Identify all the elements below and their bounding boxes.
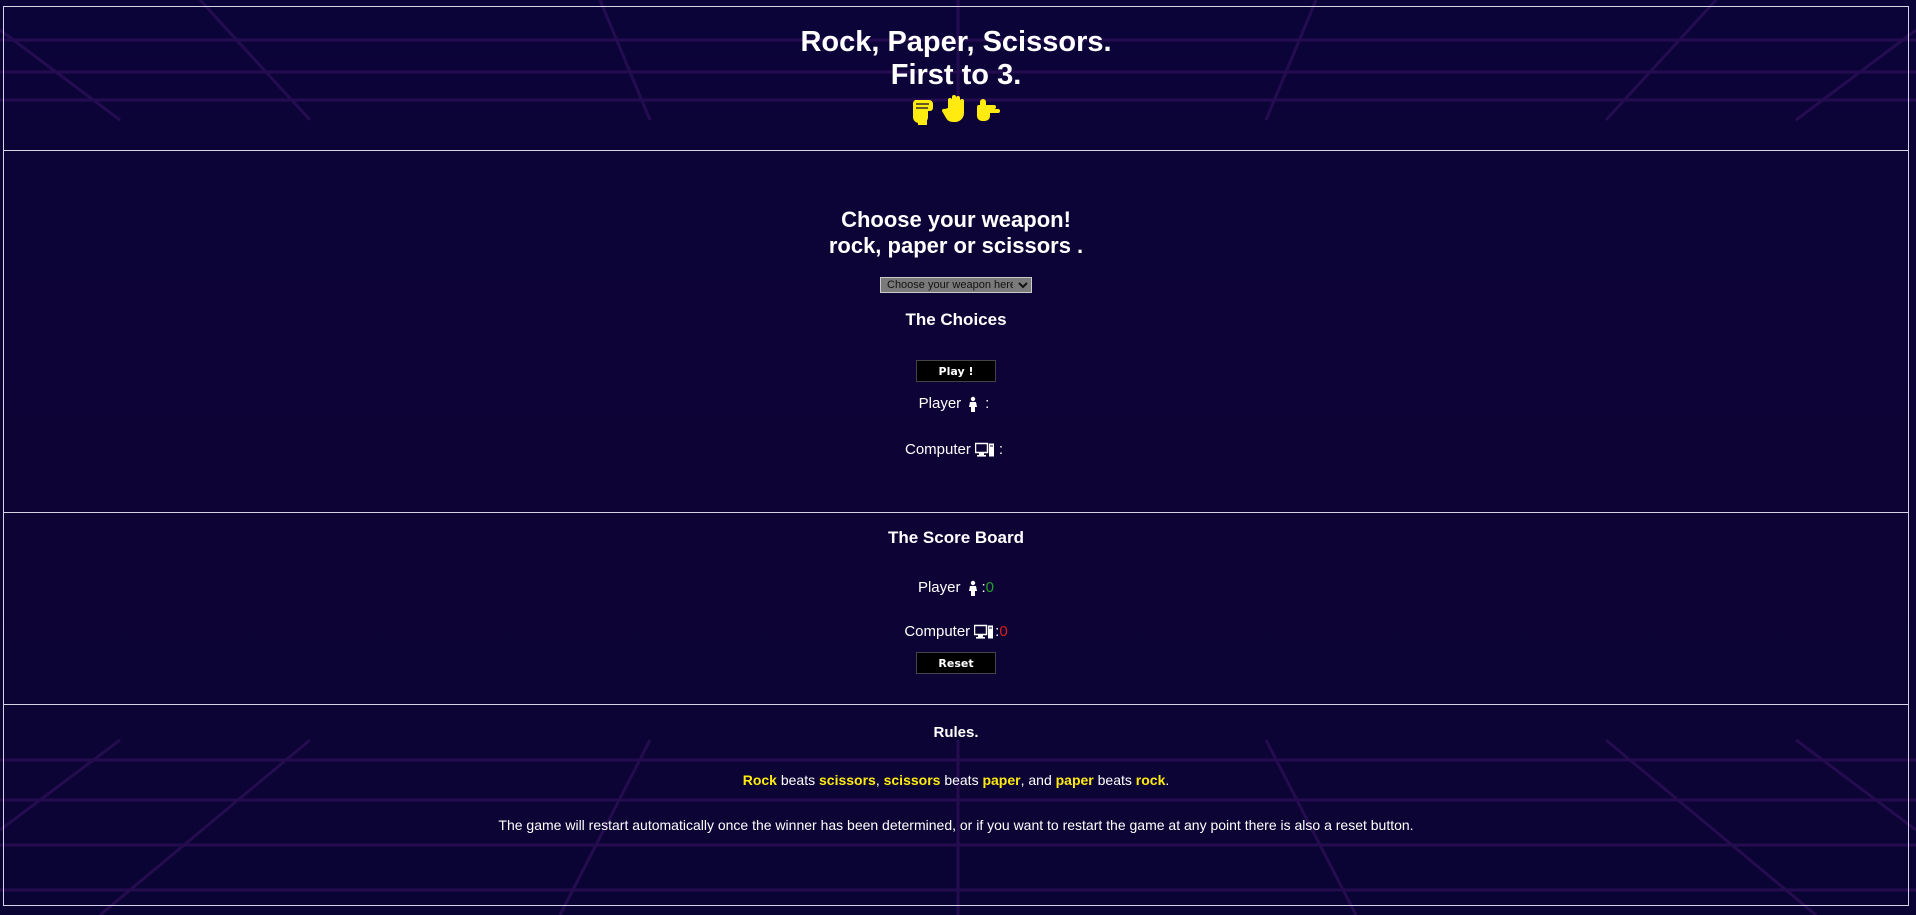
rule-beats-2: beats	[940, 772, 983, 788]
rule-period: .	[1165, 772, 1170, 788]
player-score-value: 0	[985, 579, 995, 596]
rule-comma: ,	[875, 772, 884, 788]
scoreboard-heading: The Score Board	[887, 528, 1025, 547]
weapon-select[interactable]: Choose your weapon here!	[880, 277, 1032, 293]
player-separator: :	[985, 395, 990, 412]
raised-fist-icon	[912, 100, 933, 125]
computer-score-label: Computer	[904, 623, 971, 640]
person-icon	[968, 580, 977, 596]
game-panel: Choose your weapon! rock, paper or sciss…	[3, 151, 1909, 513]
computer-choice-row: Computer :	[3, 441, 1909, 459]
player-label: Player	[918, 395, 962, 412]
rule-scissors-2: scissors	[883, 772, 941, 788]
rule-beats-3: beats	[1093, 772, 1136, 788]
rule-beats-1: beats	[776, 772, 819, 788]
page-title: Rock, Paper, Scissors. First to 3.	[3, 6, 1909, 92]
computer-score-row: Computer :0	[4, 623, 1908, 641]
computer-separator: :	[998, 441, 1004, 458]
choices-heading: The Choices	[905, 310, 1007, 329]
restart-note: The game will restart automatically once…	[498, 817, 1414, 833]
computer-label: Computer	[904, 441, 971, 458]
weapon-prompt: Choose your weapon! rock, paper or sciss…	[3, 151, 1909, 259]
pointing-hand-icon	[977, 99, 1000, 121]
computer-score-value: 0	[999, 623, 1008, 640]
rules-text: Rock beats scissors, scissors beats pape…	[3, 772, 1909, 789]
title-line-2: First to 3.	[890, 59, 1022, 91]
rules-heading: Rules.	[933, 724, 979, 741]
player-score-label: Player	[917, 579, 961, 596]
raised-hand-icon	[941, 95, 964, 123]
player-choice-row: Player :	[3, 395, 1909, 413]
player-score-row: Player :0	[4, 579, 1908, 597]
play-button[interactable]: Play !	[916, 360, 996, 382]
rule-scissors-1: scissors	[819, 772, 876, 788]
title-line-1: Rock, Paper, Scissors.	[800, 26, 1112, 58]
scoreboard-panel: The Score Board Player :0 Computer :0 Re…	[3, 512, 1909, 705]
rule-paper-1: paper	[982, 772, 1021, 788]
rules-panel: Rules. Rock beats scissors, scissors bea…	[3, 705, 1909, 905]
rule-rock-cap: Rock	[742, 772, 777, 788]
header: Rock, Paper, Scissors. First to 3.	[3, 6, 1909, 151]
hand-icons	[3, 94, 1909, 128]
computer-icon	[974, 442, 994, 457]
rule-paper-2: paper	[1055, 772, 1094, 788]
weapon-prompt-line-1: Choose your weapon!	[841, 207, 1071, 232]
person-icon	[969, 396, 978, 412]
weapon-prompt-line-2: rock, paper or scissors .	[828, 233, 1084, 258]
computer-icon	[974, 624, 994, 639]
rule-and: , and	[1020, 772, 1056, 788]
reset-button[interactable]: Reset	[916, 652, 996, 674]
rule-rock: rock	[1135, 772, 1166, 788]
